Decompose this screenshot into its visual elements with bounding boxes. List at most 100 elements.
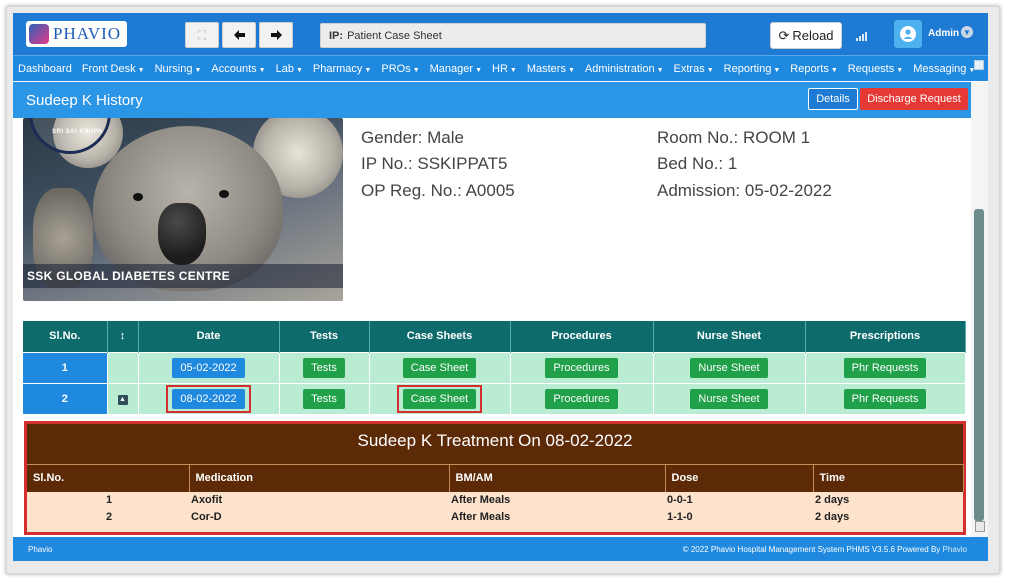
case-sheet-button[interactable]: Case Sheet bbox=[402, 388, 477, 409]
menu-item-label: Masters bbox=[526, 62, 566, 75]
case-sheet-highlight: Case Sheet bbox=[396, 384, 483, 413]
signal-icon bbox=[856, 32, 867, 41]
menu-item-lab[interactable]: Lab ▼ bbox=[276, 63, 303, 75]
procedures-button[interactable]: Procedures bbox=[545, 388, 618, 409]
caret-down-icon: ▼ bbox=[567, 66, 575, 74]
caret-down-icon: ▼ bbox=[509, 66, 517, 74]
scroll-thumb[interactable] bbox=[974, 209, 984, 521]
menu-item-nursing[interactable]: Nursing ▼ bbox=[155, 63, 202, 75]
row-procedures-cell: Procedures bbox=[510, 382, 654, 414]
discharge-request-button[interactable]: Discharge Request bbox=[860, 88, 968, 110]
col-header-slno: Sl.No. bbox=[23, 321, 108, 352]
reload-icon: ⟳ bbox=[778, 27, 790, 43]
menu-item-label: Front Desk bbox=[81, 62, 136, 75]
col-header-date: Date bbox=[138, 321, 280, 352]
footer-link[interactable]: Phavio bbox=[943, 545, 967, 554]
sort-icon[interactable]: ↕ bbox=[107, 321, 139, 352]
back-button[interactable] bbox=[222, 22, 256, 48]
row-date-cell: 08-02-2022 bbox=[138, 382, 280, 414]
menu-item-manager[interactable]: Manager ▼ bbox=[430, 63, 482, 75]
col-header-prescriptions: Prescriptions bbox=[805, 321, 966, 352]
col-header-dose: Dose bbox=[665, 464, 814, 492]
caret-down-icon: ▼ bbox=[137, 66, 145, 74]
patient-gender: Gender: Male bbox=[361, 128, 464, 147]
visit-date-button[interactable]: 08-02-2022 bbox=[172, 388, 245, 409]
menu-item-label: Pharmacy bbox=[312, 62, 363, 75]
treatment-medication: Cor-D bbox=[189, 508, 449, 526]
fullscreen-button[interactable]: ⛶ bbox=[185, 22, 219, 48]
menu-item-label: Nursing bbox=[154, 62, 193, 75]
app-window: PHAVIO ⛶ IP: Patient Case Sheet ⟳ Reload bbox=[13, 13, 988, 561]
menu-item-pros[interactable]: PROs ▼ bbox=[381, 63, 419, 75]
menu-item-label: Extras bbox=[673, 62, 705, 75]
menu-item-label: PROs bbox=[381, 62, 411, 75]
caret-down-icon: ▼ bbox=[706, 66, 714, 74]
col-header-time: Time bbox=[813, 464, 964, 492]
procedures-button[interactable]: Procedures bbox=[545, 357, 618, 378]
logo[interactable]: PHAVIO bbox=[26, 21, 127, 47]
menu-item-accounts[interactable]: Accounts ▼ bbox=[211, 63, 265, 75]
patient-bed: Bed No.: 1 bbox=[657, 154, 738, 173]
patient-photo: SRI SAI KRUPA SSK GLOBAL DIABETES CENTRE bbox=[23, 118, 343, 301]
menu-item-administration[interactable]: Administration ▼ bbox=[585, 63, 664, 75]
table-row: 1 05-02-2022 Tests Case Sheet Procedures… bbox=[23, 351, 966, 383]
ip-search-field[interactable]: IP: Patient Case Sheet bbox=[320, 23, 706, 48]
scroll-down-button[interactable] bbox=[975, 521, 985, 532]
chevron-down-icon[interactable]: ▼ bbox=[961, 26, 973, 38]
menu-toggle-icon[interactable] bbox=[974, 60, 984, 70]
table-row: 2 Cor-D After Meals 1-1-0 2 days bbox=[27, 508, 963, 526]
nurse-sheet-button[interactable]: Nurse Sheet bbox=[690, 388, 768, 409]
col-header-tests: Tests bbox=[279, 321, 370, 352]
treatment-title: Sudeep K Treatment On 08-02-2022 bbox=[27, 424, 963, 464]
caret-down-icon: ▼ bbox=[364, 66, 372, 74]
footer-copyright-text: © 2022 Phavio Hospital Management System… bbox=[682, 545, 941, 554]
treatment-bm-am: After Meals bbox=[449, 491, 665, 509]
row-slno: 2 bbox=[23, 382, 108, 414]
caret-down-icon: ▼ bbox=[896, 66, 904, 74]
menu-item-front-desk[interactable]: Front Desk ▼ bbox=[82, 63, 145, 75]
case-sheet-button[interactable]: Case Sheet bbox=[402, 357, 477, 378]
caret-down-icon: ▼ bbox=[194, 66, 202, 74]
user-name[interactable]: Admin bbox=[928, 28, 959, 39]
expand-icon: ⛶ bbox=[197, 27, 207, 42]
forward-button[interactable] bbox=[259, 22, 293, 48]
row-toggle-cell bbox=[107, 351, 139, 383]
treatment-dose: 1-1-0 bbox=[665, 508, 813, 526]
menu-item-pharmacy[interactable]: Pharmacy ▼ bbox=[313, 63, 371, 75]
visit-date-button[interactable]: 05-02-2022 bbox=[172, 357, 245, 378]
reload-button[interactable]: ⟳ Reload bbox=[770, 22, 842, 49]
phr-requests-button[interactable]: Phr Requests bbox=[843, 357, 927, 378]
menu-item-label: Lab bbox=[275, 62, 294, 75]
col-header-slno: Sl.No. bbox=[27, 464, 190, 492]
koala-eye-right bbox=[219, 190, 229, 198]
user-avatar[interactable] bbox=[894, 20, 922, 48]
row-prescriptions-cell: Phr Requests bbox=[805, 351, 966, 383]
phr-requests-button[interactable]: Phr Requests bbox=[843, 388, 927, 409]
menu-item-dashboard[interactable]: Dashboard bbox=[18, 63, 72, 75]
collapse-icon[interactable]: ▲ bbox=[117, 395, 128, 406]
nurse-sheet-button[interactable]: Nurse Sheet bbox=[690, 357, 768, 378]
menu-item-hr[interactable]: HR ▼ bbox=[492, 63, 517, 75]
caret-down-icon: ▼ bbox=[258, 66, 266, 74]
menu-item-label: Requests bbox=[847, 62, 895, 75]
scrollbar[interactable] bbox=[971, 82, 988, 537]
menu-item-messaging[interactable]: Messaging ▼ bbox=[913, 63, 975, 75]
tests-button[interactable]: Tests bbox=[303, 388, 345, 409]
menu-item-masters[interactable]: Masters ▼ bbox=[527, 63, 575, 75]
ip-value: Patient Case Sheet bbox=[347, 29, 442, 42]
main-menu: Dashboard Front Desk ▼ Nursing ▼ Accounts ▼ Lab… bbox=[13, 55, 988, 81]
menu-item-reporting[interactable]: Reporting ▼ bbox=[724, 63, 781, 75]
menu-item-label: Messaging bbox=[913, 62, 967, 75]
menu-item-label: Dashboard bbox=[18, 62, 72, 75]
col-header-procedures: Procedures bbox=[510, 321, 654, 352]
details-button[interactable]: Details bbox=[808, 88, 858, 110]
menu-item-requests[interactable]: Requests ▼ bbox=[848, 63, 903, 75]
photo-caption: SSK GLOBAL DIABETES CENTRE bbox=[27, 269, 230, 283]
treatment-slno: 1 bbox=[27, 491, 189, 509]
menu-item-extras[interactable]: Extras ▼ bbox=[674, 63, 714, 75]
menu-item-reports[interactable]: Reports ▼ bbox=[790, 63, 837, 75]
logo-mark-icon bbox=[29, 24, 49, 44]
row-date-cell: 05-02-2022 bbox=[138, 351, 280, 383]
tests-button[interactable]: Tests bbox=[303, 357, 345, 378]
photo-caption-bar: SSK GLOBAL DIABETES CENTRE bbox=[23, 264, 343, 288]
